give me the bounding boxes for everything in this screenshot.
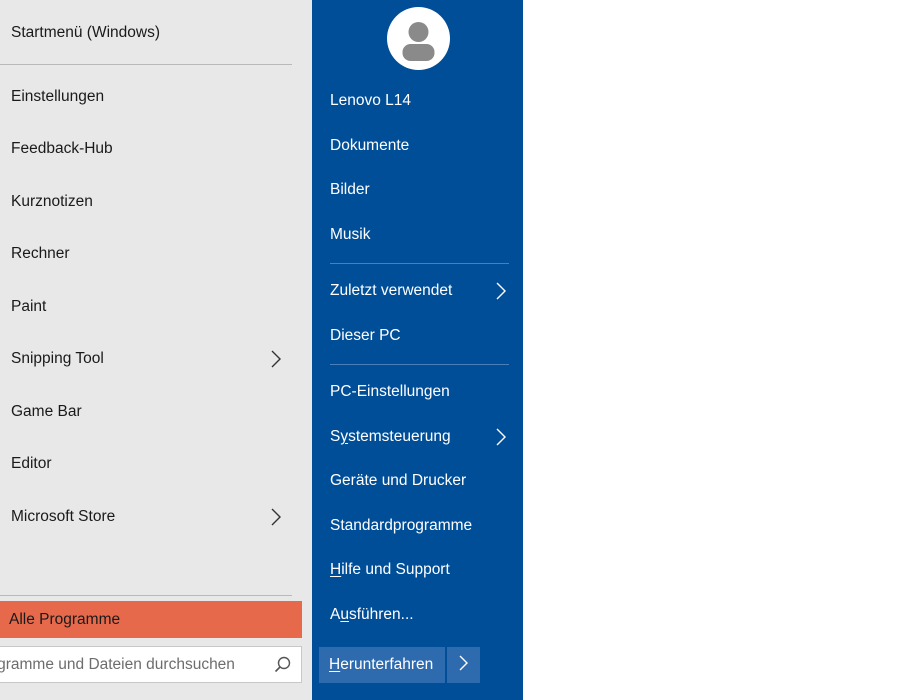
menu-item-label: Startmenü (Windows) (11, 24, 161, 41)
menu-item-label: Geräte und Drucker (330, 472, 467, 489)
menu-item-paint[interactable]: Paint (0, 284, 302, 330)
menu-item-pc-einstellungen[interactable]: PC-Einstellungen (312, 372, 523, 412)
menu-item-label: Kurznotizen (11, 193, 93, 210)
chevron-right-icon[interactable] (491, 426, 511, 448)
menu-item-standardprogramme[interactable]: Standardprogramme (312, 506, 523, 546)
menu-item-label: Zuletzt verwendet (330, 282, 453, 299)
menu-item-musik[interactable]: Musik (312, 215, 523, 255)
menu-item-rechner[interactable]: Rechner (0, 231, 302, 277)
menu-item-label: Standardprogramme (330, 517, 473, 534)
menu-item-ausfuehren[interactable]: Ausführen... (312, 595, 523, 635)
left-panel: Startmenü (Windows) Einstellungen Feedba… (0, 0, 312, 700)
all-programs-button[interactable]: Alle Programme (0, 601, 302, 638)
search-input[interactable] (0, 647, 267, 682)
right-panel: Lenovo L14 Dokumente Bilder Musik Zuletz… (312, 0, 523, 700)
menu-item-label: PC-Einstellungen (330, 383, 450, 400)
menu-item-label: Editor (11, 455, 52, 472)
menu-item-label: Hilfe und Support (330, 561, 450, 578)
menu-item-label: Ausführen... (330, 606, 414, 623)
menu-item-snipping-tool[interactable]: Snipping Tool (0, 336, 302, 382)
shutdown-label: Herunterfahren (329, 656, 434, 673)
menu-item-bilder[interactable]: Bilder (312, 170, 523, 210)
menu-item-label: Lenovo L14 (330, 92, 412, 109)
menu-item-startmenu-windows[interactable]: Startmenü (Windows) (0, 10, 302, 56)
menu-item-label: Bilder (330, 181, 370, 198)
menu-item-geraete-und-drucker[interactable]: Geräte und Drucker (312, 461, 523, 501)
menu-item-label: Paint (11, 298, 47, 315)
menu-item-kurznotizen[interactable]: Kurznotizen (0, 179, 302, 225)
divider (330, 263, 509, 264)
menu-item-editor[interactable]: Editor (0, 441, 302, 487)
menu-item-label: Microsoft Store (11, 508, 116, 525)
search-box[interactable] (0, 646, 302, 683)
menu-item-einstellungen[interactable]: Einstellungen (0, 74, 302, 120)
search-icon[interactable] (267, 647, 297, 682)
menu-item-dieser-pc[interactable]: Dieser PC (312, 316, 523, 356)
menu-item-label: Rechner (11, 245, 70, 262)
shutdown-button[interactable]: Herunterfahren (319, 647, 445, 683)
menu-item-label: Musik (330, 226, 371, 243)
chevron-right-icon[interactable] (264, 505, 288, 529)
divider (0, 595, 292, 596)
menu-item-zuletzt-verwendet[interactable]: Zuletzt verwendet (312, 271, 523, 311)
chevron-right-icon[interactable] (264, 347, 288, 371)
chevron-right-icon (459, 655, 468, 676)
menu-item-feedback-hub[interactable]: Feedback-Hub (0, 126, 302, 172)
divider (0, 64, 292, 65)
menu-item-hilfe-und-support[interactable]: Hilfe und Support (312, 550, 523, 590)
menu-item-label: Feedback-Hub (11, 140, 113, 157)
menu-item-label: Game Bar (11, 403, 82, 420)
chevron-right-icon[interactable] (491, 280, 511, 302)
user-avatar-icon[interactable] (387, 7, 450, 70)
all-programs-label: Alle Programme (9, 610, 121, 628)
menu-item-label: Systemsteuerung (330, 428, 451, 445)
menu-item-label: Snipping Tool (11, 350, 104, 367)
divider (330, 364, 509, 365)
menu-item-microsoft-store[interactable]: Microsoft Store (0, 494, 302, 540)
start-menu: Startmenü (Windows) Einstellungen Feedba… (0, 0, 523, 700)
menu-item-label: Dieser PC (330, 327, 401, 344)
menu-item-label: Einstellungen (11, 88, 105, 105)
menu-item-systemsteuerung[interactable]: Systemsteuerung (312, 417, 523, 457)
shutdown-options-button[interactable] (447, 647, 480, 683)
menu-item-label: Dokumente (330, 137, 410, 154)
menu-item-game-bar[interactable]: Game Bar (0, 389, 302, 435)
menu-item-lenovo-l14[interactable]: Lenovo L14 (312, 81, 523, 121)
menu-item-dokumente[interactable]: Dokumente (312, 126, 523, 166)
